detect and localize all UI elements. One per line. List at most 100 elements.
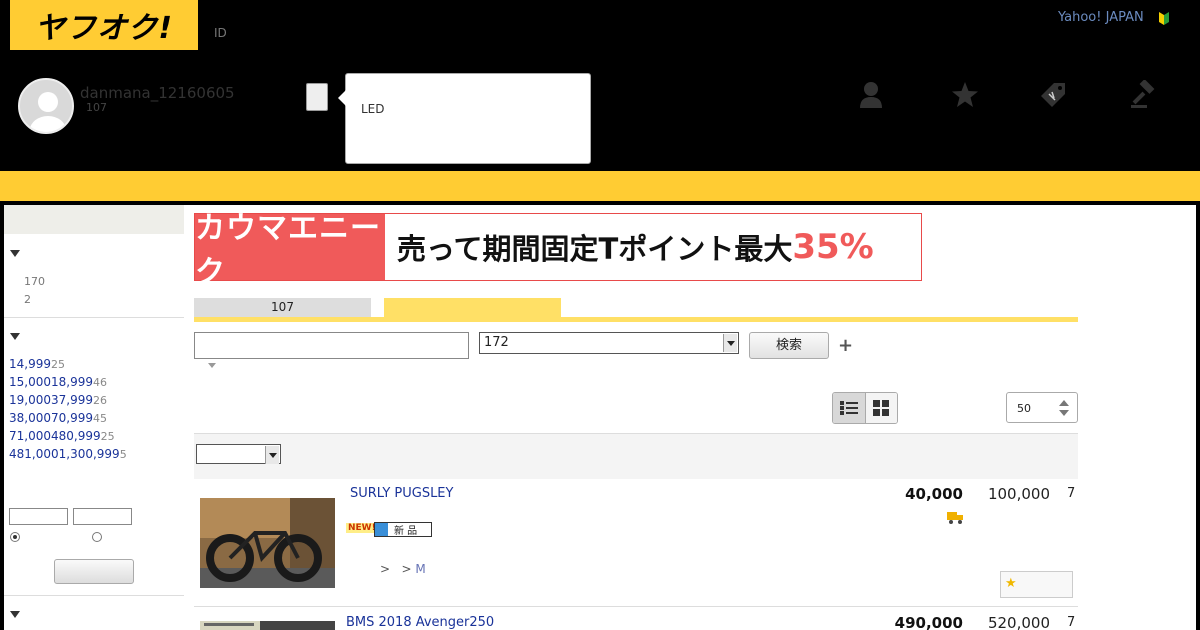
price-range-count: 25: [51, 358, 65, 371]
item-bid-count[interactable]: 7: [1067, 615, 1075, 630]
list-view-button[interactable]: [833, 393, 866, 423]
price-range-count: 45: [92, 412, 107, 425]
new-item-icon: [375, 523, 388, 536]
collapse-triangle-icon[interactable]: [10, 333, 20, 340]
tab-fixed-price[interactable]: [384, 298, 561, 317]
price-range-link[interactable]: 15,00018,99946: [9, 375, 107, 389]
price-range-label: 14,999: [9, 357, 51, 371]
item-thumbnail[interactable]: [200, 621, 335, 630]
yahuoku-logo[interactable]: ヤフオク!: [10, 0, 198, 50]
price-type-radio-current[interactable]: [10, 532, 20, 542]
tab-underline: [194, 317, 1078, 322]
selling-button[interactable]: [1036, 78, 1070, 112]
list-view-icon: [839, 401, 858, 415]
item-buynow-price: 520,000: [987, 614, 1050, 630]
promo-banner[interactable]: カウマエニーク 売って期間固定Tポイント最大 35%: [194, 211, 922, 290]
grid-view-icon: [873, 400, 890, 416]
beginner-mark-icon: [1159, 12, 1169, 25]
view-toggle: [832, 392, 898, 424]
price-type-radio-buynow[interactable]: [92, 532, 102, 542]
min-price-input[interactable]: [9, 508, 68, 525]
item-title-link[interactable]: BMS 2018 Avenger250: [346, 615, 494, 630]
price-range-label: 481,0001,300,999: [9, 447, 120, 461]
category-breadcrumb: > > M: [380, 562, 426, 576]
crumb-separator: >: [401, 562, 412, 576]
add-condition-button[interactable]: +: [838, 335, 853, 356]
item-thumbnail[interactable]: [200, 498, 335, 588]
price-range-link[interactable]: 71,000480,99925: [9, 429, 115, 443]
sidebar-count: 2: [24, 293, 31, 306]
banner-accent-text: 35%: [792, 227, 874, 267]
search-button[interactable]: 検索: [749, 332, 829, 359]
spin-up-icon[interactable]: [1059, 400, 1069, 406]
grid-view-button[interactable]: [865, 393, 897, 423]
bidding-button[interactable]: [1126, 78, 1160, 112]
spin-down-icon[interactable]: [1059, 410, 1069, 416]
avatar[interactable]: [18, 78, 74, 134]
category-select-value: 172: [484, 335, 509, 350]
item-current-price: 490,000: [894, 614, 963, 630]
collapse-triangle-icon[interactable]: [10, 250, 20, 257]
price-range-link[interactable]: 19,00037,99926: [9, 393, 107, 407]
sort-select[interactable]: [196, 444, 281, 464]
price-range-count: 46: [92, 376, 107, 389]
search-options-caret-icon[interactable]: [208, 363, 216, 368]
header-yellow-bar: [0, 171, 1200, 201]
crumb-link[interactable]: M: [415, 562, 425, 576]
price-apply-button[interactable]: [54, 559, 134, 584]
watch-button[interactable]: ★: [1000, 571, 1073, 598]
gavel-icon: [1131, 80, 1155, 108]
chevron-down-icon: [723, 334, 737, 352]
tab-auction[interactable]: 107: [194, 298, 371, 317]
id-label[interactable]: ID: [214, 26, 227, 40]
page-root: ヤフオク! ID Yahoo! JAPAN danmana_12160605 1…: [0, 0, 1200, 630]
yahoo-japan-link[interactable]: Yahoo! JAPAN: [1058, 10, 1144, 25]
logo-text: ヤフオク!: [34, 11, 174, 46]
content-panel: 170 2 14,99925 15,00018,99946 19,00037,9…: [4, 205, 1196, 630]
bicycle-photo: [200, 498, 335, 588]
price-range-label: 38,00070,999: [9, 411, 93, 425]
sidebar-count: 170: [24, 275, 45, 288]
sort-bar: [194, 433, 1078, 479]
price-range-label: 19,00037,999: [9, 393, 93, 407]
price-range-link[interactable]: 14,99925: [9, 357, 65, 371]
motorcycle-photo: [200, 621, 335, 630]
chevron-down-icon: [265, 446, 279, 464]
max-price-input[interactable]: [73, 508, 132, 525]
price-range-count: 25: [100, 430, 115, 443]
item-buynow-price: 100,000: [987, 485, 1050, 503]
user-icon: [860, 82, 882, 108]
per-page-value: 50: [1017, 402, 1031, 415]
category-select[interactable]: 172: [479, 332, 739, 354]
price-range-link[interactable]: 481,0001,300,9995: [9, 447, 127, 461]
notification-tooltip: LED: [338, 73, 591, 164]
avatar-silhouette-icon: [30, 92, 66, 132]
price-range-count: 5: [119, 448, 127, 461]
notification-toggle[interactable]: [306, 83, 328, 111]
new-badge: NEW!: [346, 523, 378, 533]
condition-badge-label: 新 品: [394, 526, 418, 537]
price-range-label: 15,00018,999: [9, 375, 93, 389]
item-title-link[interactable]: SURLY PUGSLEY: [350, 486, 453, 501]
crumb-separator: >: [380, 562, 391, 576]
keyword-search-input[interactable]: [194, 332, 469, 359]
collapse-triangle-icon[interactable]: [10, 611, 20, 618]
price-range-link[interactable]: 38,00070,99945: [9, 411, 107, 425]
item-current-price: 40,000: [905, 485, 963, 503]
watchlist-button[interactable]: [948, 78, 982, 112]
item-bid-count[interactable]: 7: [1067, 486, 1075, 501]
banner-right: 売って期間固定Tポイント最大 35%: [385, 214, 921, 280]
username[interactable]: danmana_12160605: [80, 84, 235, 102]
banner-left: カウマエニーク: [195, 211, 385, 290]
my-page-button[interactable]: [854, 78, 888, 112]
sidebar-divider: [4, 595, 184, 596]
tag-icon: [1041, 83, 1065, 107]
banner-right-text: 売って期間固定Tポイント最大: [397, 232, 793, 266]
star-icon: [952, 82, 978, 107]
tooltip-text: LED: [361, 102, 385, 116]
price-range-count: 26: [92, 394, 107, 407]
per-page-stepper[interactable]: 50: [1006, 392, 1078, 423]
shipping-truck-icon: [947, 512, 963, 524]
listing-divider: [194, 606, 1078, 607]
banner-left-text: カウマエニーク: [195, 211, 381, 290]
